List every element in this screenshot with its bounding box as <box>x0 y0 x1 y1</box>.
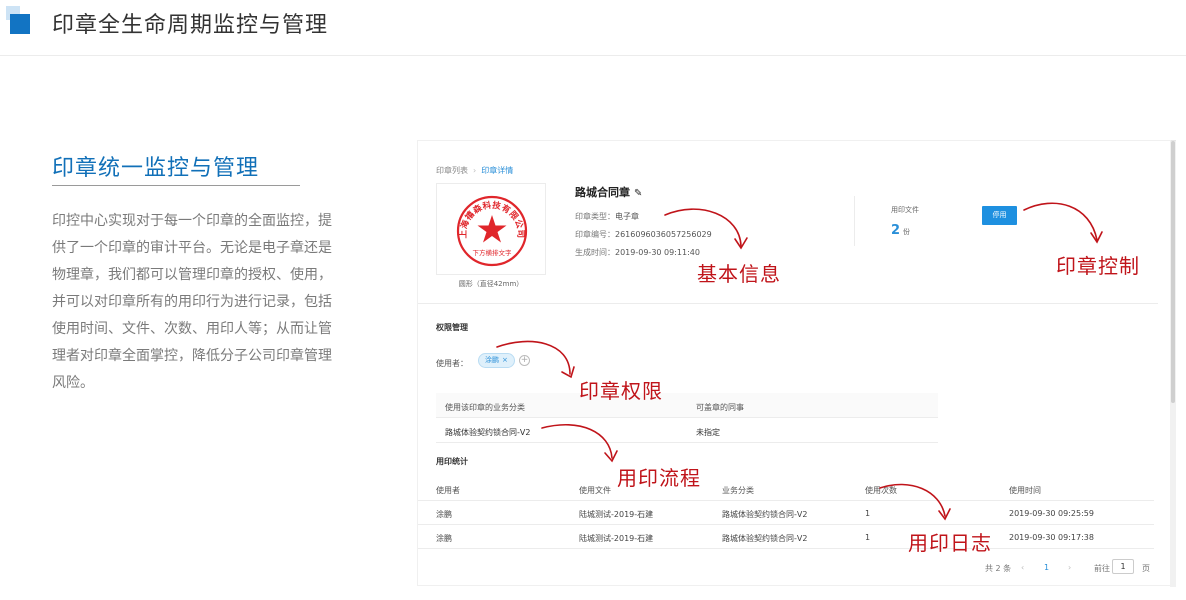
arrow-seal-control <box>1023 202 1098 241</box>
annotation-seal-control: 印章控制 <box>1056 254 1140 278</box>
annotation-basic-info: 基本信息 <box>697 262 781 286</box>
annotation-seal-flow: 用印流程 <box>617 466 701 490</box>
arrow-basic-info <box>664 208 742 247</box>
annotation-arrows <box>496 202 1103 521</box>
arrow-seal-flow <box>541 423 613 459</box>
arrowhead-seal-permission <box>561 366 575 379</box>
arrow-seal-log <box>879 483 946 517</box>
annotation-seal-permission: 印章权限 <box>579 379 663 403</box>
annotation-seal-log: 用印日志 <box>908 531 992 555</box>
arrow-seal-permission <box>496 340 571 375</box>
